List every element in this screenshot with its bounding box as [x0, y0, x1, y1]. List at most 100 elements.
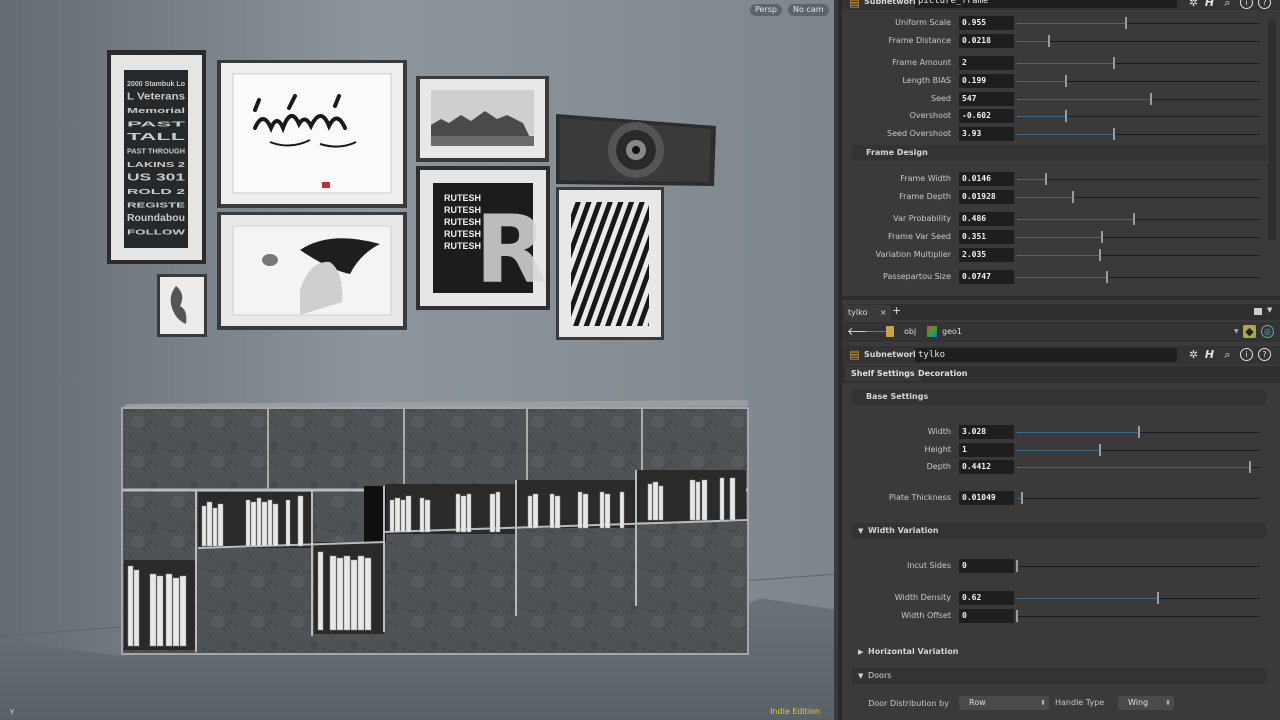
3d-viewport[interactable]: 2000 Stambuk Lo L Veterans Memorial PAST TAL…	[0, 0, 838, 720]
pane-tab-tylko[interactable]: tylko ×	[844, 305, 891, 320]
info-icon[interactable]: i	[1240, 348, 1253, 361]
help-h-icon[interactable]: H	[1203, 0, 1216, 9]
slider-handle[interactable]	[1064, 110, 1067, 122]
param-value-field[interactable]: 0.0218	[959, 34, 1014, 48]
param-scrollbar[interactable]	[1268, 20, 1276, 240]
param-slider[interactable]	[1017, 592, 1260, 604]
param-slider[interactable]	[1016, 560, 1260, 572]
link-icon[interactable]: ◎	[1261, 325, 1274, 338]
path-node[interactable]: geo1	[942, 327, 962, 336]
path-dropdown-icon[interactable]: ▼	[1234, 328, 1239, 335]
perspective-menu-button[interactable]: Persp	[750, 4, 782, 16]
slider-handle[interactable]	[1098, 249, 1101, 261]
handle-type-select[interactable]: Wing ⬍	[1118, 696, 1174, 710]
back-arrow-icon[interactable]: 🡐	[847, 325, 877, 338]
search-icon[interactable]: ⌕	[1221, 348, 1234, 361]
add-tab-icon[interactable]: +	[892, 304, 901, 317]
pin-icon[interactable]: ◆	[1243, 325, 1256, 338]
param-value-field[interactable]: 0	[959, 559, 1014, 573]
param-value-field[interactable]: 0.955	[959, 16, 1014, 30]
slider-handle[interactable]	[1064, 75, 1067, 87]
param-slider[interactable]	[1017, 57, 1260, 69]
param-value-field[interactable]: 0	[959, 609, 1014, 623]
param-slider[interactable]	[1017, 249, 1260, 261]
param-value-field[interactable]: 3.028	[959, 425, 1014, 439]
param-value-field[interactable]: 0.0146	[959, 172, 1014, 186]
horizontal-variation-folder[interactable]: ▶ Horizontal Variation	[852, 644, 1266, 660]
param-value-field[interactable]: 0.199	[959, 74, 1014, 88]
param-value-field[interactable]: 0.486	[959, 212, 1014, 226]
help-h-icon[interactable]: H	[1203, 348, 1216, 361]
doors-folder[interactable]: ▼ Doors	[852, 668, 1266, 684]
param-slider[interactable]	[1017, 231, 1260, 243]
info-icon[interactable]: i	[1240, 0, 1253, 9]
param-value-field[interactable]: 2.035	[959, 248, 1014, 262]
pane-maximize-icon[interactable]	[1254, 308, 1262, 315]
param-value-field[interactable]: 0.62	[959, 591, 1014, 605]
param-value-field[interactable]: 2	[959, 56, 1014, 70]
param-value-field[interactable]: 547	[959, 92, 1014, 106]
param-slider[interactable]	[1017, 128, 1260, 140]
param-slider[interactable]	[1017, 271, 1260, 283]
param-value-field[interactable]: 0.351	[959, 230, 1014, 244]
param-slider[interactable]	[1017, 75, 1260, 87]
door-distribution-select[interactable]: Row ⬍	[959, 696, 1049, 710]
param-slider[interactable]	[1017, 444, 1260, 456]
param-value-field[interactable]: -0.602	[959, 109, 1014, 123]
slider-handle[interactable]	[1016, 560, 1018, 572]
slider-handle[interactable]	[1098, 444, 1101, 456]
pane-divider[interactable]	[842, 296, 1280, 300]
slider-handle[interactable]	[1105, 271, 1108, 283]
slider-handle[interactable]	[1132, 213, 1135, 225]
help-icon[interactable]: ?	[1258, 348, 1271, 361]
picture-frame-rutesh: R	[416, 166, 550, 310]
slider-handle[interactable]	[1249, 461, 1252, 473]
help-icon[interactable]: ?	[1258, 0, 1271, 9]
param-value-field[interactable]: 1	[959, 443, 1014, 457]
slider-handle[interactable]	[1149, 93, 1152, 105]
path-root[interactable]: obj	[904, 327, 916, 336]
forward-arrow-icon[interactable]: 🡒	[864, 325, 894, 338]
width-variation-folder[interactable]: ▼ Width Variation	[852, 523, 1266, 539]
close-tab-icon[interactable]: ×	[880, 308, 887, 317]
param-slider[interactable]	[1017, 35, 1260, 47]
param-slider[interactable]	[1017, 110, 1260, 122]
param-value-field[interactable]: 0.01928	[959, 190, 1014, 204]
slider-handle[interactable]	[1137, 426, 1140, 438]
param-slider[interactable]	[1017, 17, 1260, 29]
param-slider[interactable]	[1017, 213, 1260, 225]
param-slider[interactable]	[1017, 191, 1260, 203]
param-value-field[interactable]: 3.93	[959, 127, 1014, 141]
tab-shelf-settings[interactable]: Shelf Settings	[845, 367, 921, 381]
param-slider[interactable]	[1017, 93, 1260, 105]
param-slider[interactable]	[1017, 426, 1260, 438]
param-value-field[interactable]: 0.4412	[959, 460, 1014, 474]
param-value-field[interactable]: 0.0747	[959, 270, 1014, 284]
param-value-field[interactable]: 0.01049	[959, 491, 1014, 505]
slider-handle[interactable]	[1016, 610, 1018, 622]
slider-handle[interactable]	[1101, 231, 1104, 243]
search-icon[interactable]: ⌕	[1221, 0, 1234, 9]
slider-handle[interactable]	[1045, 173, 1048, 185]
param-slider[interactable]	[1017, 461, 1260, 473]
gear-icon[interactable]: ✲	[1187, 0, 1200, 9]
slider-handle[interactable]	[1125, 17, 1128, 29]
param-slider[interactable]	[1017, 173, 1260, 185]
slider-handle[interactable]	[1020, 492, 1023, 504]
frame-design-section[interactable]: Frame Design	[852, 145, 1266, 161]
camera-menu-button[interactable]: No cam	[788, 4, 829, 16]
slider-handle[interactable]	[1047, 35, 1050, 47]
top-node-name-field[interactable]: picture_frame	[915, 0, 1177, 8]
gear-icon[interactable]: ✲	[1187, 348, 1200, 361]
slider-handle[interactable]	[1113, 57, 1116, 69]
node-name-field[interactable]: tylko	[915, 348, 1177, 362]
param-slider[interactable]	[1017, 492, 1260, 504]
pane-menu-icon[interactable]: ▼	[1267, 306, 1272, 314]
slider-handle[interactable]	[1156, 592, 1159, 604]
slider-handle[interactable]	[1071, 191, 1074, 203]
tab-decoration[interactable]: Decoration	[912, 367, 973, 381]
param-slider[interactable]	[1016, 610, 1260, 622]
param-label: Width Offset	[901, 611, 951, 620]
slider-handle[interactable]	[1113, 128, 1116, 140]
base-settings-section[interactable]: Base Settings	[852, 389, 1266, 405]
